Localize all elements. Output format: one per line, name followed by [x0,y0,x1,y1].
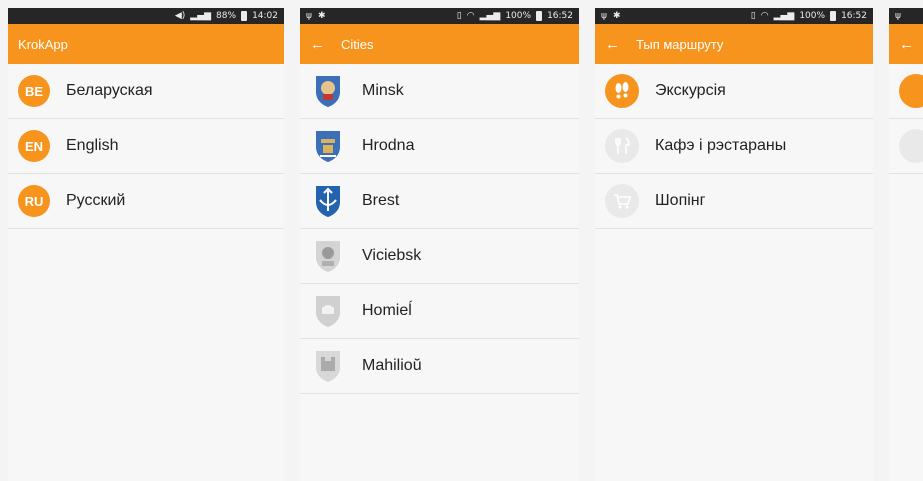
city-label: Hrodna [362,137,415,154]
route-type-item-shopping[interactable]: Шопінг [595,174,873,229]
brest-crest-icon [310,183,346,219]
route-type-label: Кафэ і рэстараны [655,137,787,154]
status-bar: ψ ✱ ▯ ◠ ▂▄▆ 100% 16:52 [300,8,579,24]
partial-screen: ψ ← [889,8,923,481]
route-type-item-cafe[interactable]: Кафэ і рэстараны [595,119,873,174]
homiel-crest-icon [310,293,346,329]
back-arrow-icon[interactable]: ← [899,36,914,53]
city-item-brest[interactable]: Brest [300,174,579,229]
city-label: Mahilioŭ [362,357,422,374]
volume-icon: ◀) [174,11,186,21]
page-title: Тып маршруту [636,36,724,52]
usb-icon: ψ [306,11,312,21]
status-time: 16:52 [841,11,867,21]
language-item-be[interactable]: BE Беларуская [8,64,284,119]
usb-icon: ψ [895,11,901,21]
status-bar: ψ ✱ ▯ ◠ ▂▄▆ 100% 16:52 [595,8,873,24]
language-item-ru[interactable]: RU Русский [8,174,284,229]
partial-list [889,64,923,174]
status-time: 16:52 [547,11,573,21]
battery-icon [536,11,543,21]
city-item-mahiliou[interactable]: Mahilioŭ [300,339,579,394]
city-label: Homieĺ [362,302,412,319]
battery-percent: 88% [216,11,237,21]
route-type-item-excursion[interactable]: Экскурсія [595,64,873,119]
language-item-en[interactable]: EN English [8,119,284,174]
city-label: Brest [362,192,400,209]
signal-icon: ▂▄▆ [479,11,501,21]
battery-percent: 100% [799,11,826,21]
hrodna-crest-icon [310,128,346,164]
partial-list-item[interactable] [889,119,923,174]
category-icon [899,74,923,108]
route-type-label: Экскурсія [655,82,726,99]
app-bar: KrokApp [8,24,284,64]
viciebsk-crest-icon [310,238,346,274]
city-label: Viciebsk [362,247,422,264]
vibrate-icon: ▯ [750,11,756,21]
vibrate-icon: ▯ [456,11,462,21]
city-item-minsk[interactable]: Minsk [300,64,579,119]
back-arrow-icon[interactable]: ← [310,36,325,53]
city-list: Minsk Hrodna Brest Viciebsk Homieĺ Mahil… [300,64,579,394]
wifi-icon: ◠ [466,11,475,21]
app-bar: ← Cities [300,24,579,64]
language-screen: ◀) ▂▄▆ 88% 14:02 KrokApp BE Беларуская E… [8,8,284,481]
wifi-icon: ◠ [760,11,769,21]
shopping-cart-icon [605,184,639,218]
route-type-screen: ψ ✱ ▯ ◠ ▂▄▆ 100% 16:52 ← Тып маршруту Эк… [595,8,873,481]
city-item-homiel[interactable]: Homieĺ [300,284,579,339]
debug-icon: ✱ [612,11,621,21]
language-badge: BE [18,75,50,107]
app-bar: ← [889,24,923,64]
status-bar: ◀) ▂▄▆ 88% 14:02 [8,8,284,24]
city-item-hrodna[interactable]: Hrodna [300,119,579,174]
language-label: Русский [66,192,126,209]
minsk-crest-icon [310,73,346,109]
fork-knife-icon [605,129,639,163]
back-arrow-icon[interactable]: ← [605,36,620,53]
footprints-icon [605,74,639,108]
partial-list-item[interactable] [889,64,923,119]
mahiliou-crest-icon [310,348,346,384]
status-bar: ψ [889,8,923,24]
usb-icon: ψ [601,11,607,21]
page-title: Cities [341,36,374,52]
route-type-list: Экскурсія Кафэ і рэстараны Шопінг [595,64,873,229]
city-item-viciebsk[interactable]: Viciebsk [300,229,579,284]
language-badge: RU [18,185,50,217]
language-list: BE Беларуская EN English RU Русский [8,64,284,229]
debug-icon: ✱ [317,11,326,21]
language-badge: EN [18,130,50,162]
app-bar: ← Тып маршруту [595,24,873,64]
signal-icon: ▂▄▆ [190,11,212,21]
battery-icon [241,11,248,21]
status-time: 14:02 [252,11,278,21]
language-label: Беларуская [66,82,153,99]
route-type-label: Шопінг [655,192,706,209]
battery-percent: 100% [505,11,532,21]
battery-icon [830,11,837,21]
page-title: KrokApp [18,36,68,52]
cities-screen: ψ ✱ ▯ ◠ ▂▄▆ 100% 16:52 ← Cities Minsk Hr… [300,8,579,481]
city-label: Minsk [362,82,404,99]
language-label: English [66,137,119,154]
signal-icon: ▂▄▆ [773,11,795,21]
category-icon [899,129,923,163]
